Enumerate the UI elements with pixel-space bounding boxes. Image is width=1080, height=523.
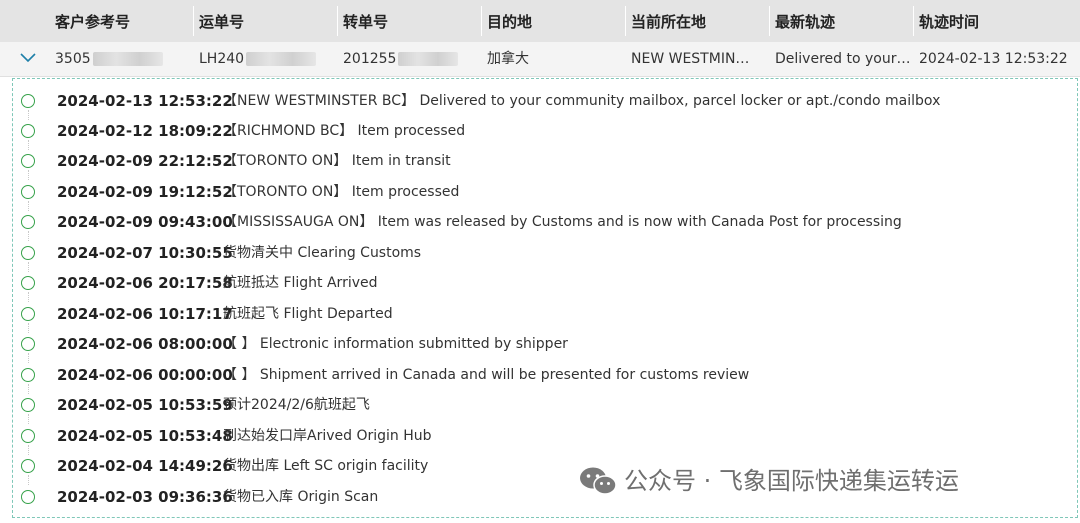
event-time: 2024-02-07 10:30:55 <box>57 244 233 262</box>
timeline-event: 2024-02-07 10:30:55 货物清关中 Clearing Custo… <box>13 241 1073 272</box>
event-description: 货物已入库 Origin Scan <box>223 489 379 505</box>
event-description: 【NEW WESTMINSTER BC】 Delivered to your c… <box>223 93 941 109</box>
column-header-latest-track[interactable]: 最新轨迹 <box>775 0 835 42</box>
current-location-cell: NEW WESTMIN… <box>631 51 750 67</box>
tracking-timeline: 2024-02-13 12:53:22 【NEW WESTMINSTER BC】… <box>12 78 1078 518</box>
table-row[interactable]: 3505 LH240 201255 加拿大 NEW WESTMIN… Deliv… <box>0 42 1080 77</box>
status-dot-icon <box>21 307 35 321</box>
event-description: 货物出库 Left SC origin facility <box>223 458 429 474</box>
timeline-connector <box>28 170 29 180</box>
timeline-connector <box>28 475 29 485</box>
table-header: 客户参考号 运单号 转单号 目的地 当前所在地 最新轨迹 轨迹时间 <box>0 0 1080 42</box>
column-header-waybill-no[interactable]: 运单号 <box>199 0 244 42</box>
event-description: 【MISSISSAUGA ON】 Item was released by Cu… <box>223 214 902 230</box>
waybill-no-value: LH240 <box>199 51 245 67</box>
event-description: 【TORONTO ON】 Item in transit <box>223 153 451 169</box>
event-time: 2024-02-06 10:17:17 <box>57 305 233 323</box>
timeline-event: 2024-02-12 18:09:22 【RICHMOND BC】 Item p… <box>13 119 1073 150</box>
column-divider <box>913 6 914 36</box>
timeline-event: 2024-02-06 10:17:17 航班起飞 Flight Departed <box>13 302 1073 333</box>
waybill-no-cell: LH240 <box>199 42 331 76</box>
event-time: 2024-02-09 22:12:52 <box>57 152 233 170</box>
event-time: 2024-02-04 14:49:26 <box>57 457 233 475</box>
event-description: 航班抵达 Flight Arrived <box>223 275 378 291</box>
status-dot-icon <box>21 368 35 382</box>
event-time: 2024-02-09 09:43:00 <box>57 213 233 231</box>
destination-cell: 加拿大 <box>487 51 529 67</box>
timeline-event: 2024-02-09 19:12:52 【TORONTO ON】 Item pr… <box>13 180 1073 211</box>
column-header-current-location[interactable]: 当前所在地 <box>631 0 706 42</box>
event-description: 货物清关中 Clearing Customs <box>223 245 422 261</box>
customer-ref-cell: 3505 <box>55 42 187 76</box>
event-time: 2024-02-13 12:53:22 <box>57 92 233 110</box>
status-dot-icon <box>21 124 35 138</box>
event-time: 2024-02-12 18:09:22 <box>57 122 233 140</box>
event-time: 2024-02-06 20:17:58 <box>57 274 233 292</box>
timeline-event: 2024-02-09 09:43:00 【MISSISSAUGA ON】 Ite… <box>13 210 1073 241</box>
redaction-block <box>92 52 163 66</box>
timeline-event: 2024-02-06 20:17:58 航班抵达 Flight Arrived <box>13 271 1073 302</box>
column-divider <box>337 6 338 36</box>
timeline-event: 2024-02-13 12:53:22 【NEW WESTMINSTER BC】… <box>13 89 1073 120</box>
timeline-event: 2024-02-06 08:00:00 【 】 Electronic infor… <box>13 332 1073 363</box>
status-dot-icon <box>21 246 35 260</box>
column-divider <box>481 6 482 36</box>
column-divider <box>769 6 770 36</box>
event-description: 到达始发口岸Arived Origin Hub <box>223 428 432 444</box>
status-dot-icon <box>21 276 35 290</box>
status-dot-icon <box>21 459 35 473</box>
track-time-cell: 2024-02-13 12:53:22 <box>919 51 1068 67</box>
transfer-no-cell: 201255 <box>343 42 475 76</box>
event-time: 2024-02-05 10:53:48 <box>57 427 233 445</box>
timeline-connector <box>28 231 29 241</box>
wechat-icon <box>580 467 617 495</box>
timeline-connector <box>28 292 29 302</box>
event-description: 航班起飞 Flight Departed <box>223 306 393 322</box>
status-dot-icon <box>21 215 35 229</box>
status-dot-icon <box>21 94 35 108</box>
event-description: 预计2024/2/6航班起飞 <box>223 397 370 413</box>
watermark-text: 公众号 · 飞象国际快递集运转运 <box>624 467 959 495</box>
column-header-customer-ref[interactable]: 客户参考号 <box>55 0 130 42</box>
event-description: 【 】 Electronic information submitted by … <box>223 336 568 352</box>
column-header-destination[interactable]: 目的地 <box>487 0 532 42</box>
timeline-event: 2024-02-09 22:12:52 【TORONTO ON】 Item in… <box>13 149 1073 180</box>
event-time: 2024-02-05 10:53:59 <box>57 396 233 414</box>
redaction-block <box>398 52 459 66</box>
redaction-block <box>246 52 317 66</box>
transfer-no-value: 201255 <box>343 51 397 67</box>
timeline-connector <box>28 414 29 424</box>
event-description: 【TORONTO ON】 Item processed <box>223 184 460 200</box>
timeline-event: 2024-02-05 10:53:59 预计2024/2/6航班起飞 <box>13 393 1073 424</box>
column-divider <box>625 6 626 36</box>
status-dot-icon <box>21 490 35 504</box>
status-dot-icon <box>21 429 35 443</box>
event-description: 【 】 Shipment arrived in Canada and will … <box>223 367 750 383</box>
column-divider <box>193 6 194 36</box>
timeline-event: 2024-02-05 10:53:48 到达始发口岸Arived Origin … <box>13 424 1073 455</box>
status-dot-icon <box>21 398 35 412</box>
status-dot-icon <box>21 337 35 351</box>
timeline-event: 2024-02-06 00:00:00 【 】 Shipment arrived… <box>13 363 1073 394</box>
column-header-transfer-no[interactable]: 转单号 <box>343 0 388 42</box>
status-dot-icon <box>21 185 35 199</box>
event-time: 2024-02-06 08:00:00 <box>57 335 233 353</box>
status-dot-icon <box>21 154 35 168</box>
event-time: 2024-02-06 00:00:00 <box>57 366 233 384</box>
event-time: 2024-02-09 19:12:52 <box>57 183 233 201</box>
customer-ref-value: 3505 <box>55 51 91 67</box>
event-time: 2024-02-03 09:36:36 <box>57 488 233 506</box>
chevron-down-icon[interactable] <box>20 53 36 63</box>
column-header-track-time[interactable]: 轨迹时间 <box>919 0 979 42</box>
latest-track-cell: Delivered to your… <box>775 51 909 67</box>
event-description: 【RICHMOND BC】 Item processed <box>223 123 466 139</box>
timeline-connector <box>28 353 29 363</box>
